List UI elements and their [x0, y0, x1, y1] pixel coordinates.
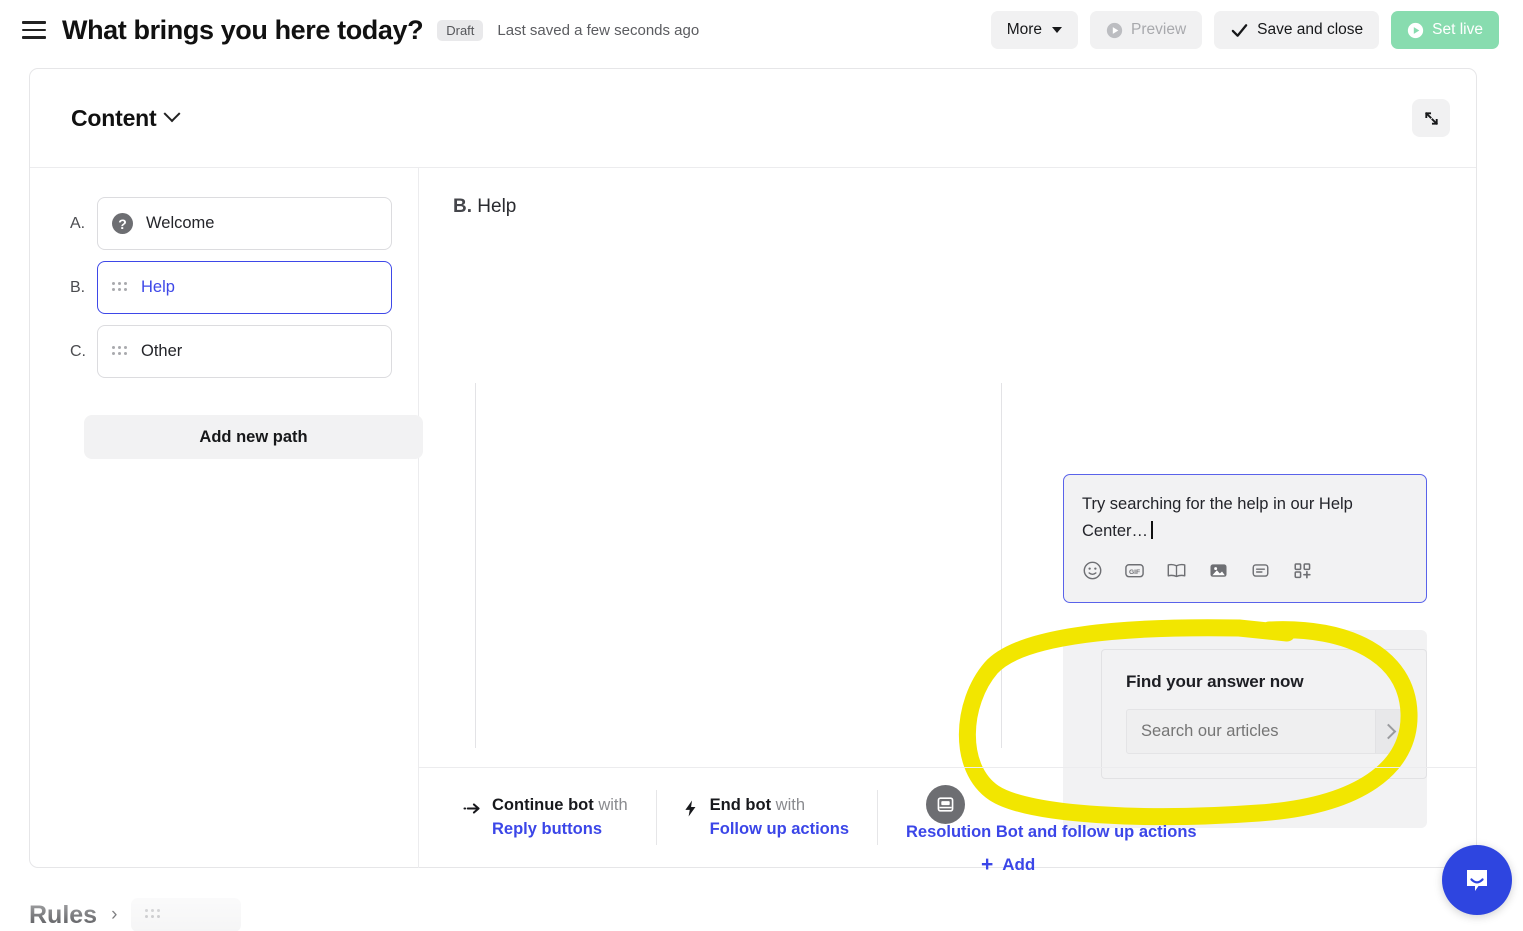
- preview-button-label: Preview: [1131, 21, 1187, 38]
- path-row: C. Other: [30, 325, 418, 378]
- play-circle-icon: [1408, 22, 1424, 38]
- path-label: Other: [141, 342, 183, 360]
- set-live-button[interactable]: Set live: [1391, 11, 1499, 49]
- end-bot-text: End bot with: [710, 796, 849, 815]
- save-and-close-button[interactable]: Save and close: [1214, 11, 1380, 49]
- preview-button[interactable]: Preview: [1090, 11, 1203, 49]
- content-card-header: Content: [30, 69, 1476, 168]
- drag-handle-icon[interactable]: [112, 281, 128, 294]
- text-caret: [1151, 521, 1153, 539]
- content-title: Content: [71, 104, 157, 131]
- check-icon: [1231, 23, 1248, 37]
- intercom-messenger-icon: [1467, 870, 1487, 891]
- continue-bot-prefix: Continue bot: [492, 796, 594, 814]
- continue-bot-text: Continue bot with: [492, 796, 628, 815]
- drag-handle-icon[interactable]: [145, 909, 161, 921]
- rules-pill[interactable]: [131, 898, 242, 931]
- top-bar: What brings you here today? Draft Last s…: [0, 0, 1523, 60]
- hamburger-icon[interactable]: [22, 18, 46, 42]
- image-icon[interactable]: [1208, 560, 1229, 581]
- last-saved-text: Last saved a few seconds ago: [497, 21, 700, 39]
- editor-heading-letter: B.: [453, 196, 472, 217]
- continue-bot-lines: Continue bot with Reply buttons: [492, 796, 628, 839]
- path-letter: B.: [70, 278, 86, 296]
- path-label: Welcome: [146, 214, 215, 232]
- rules-section-peek[interactable]: Rules ›: [29, 898, 242, 931]
- end-bot-suffix: with: [775, 796, 806, 814]
- apps-plus-icon[interactable]: [1292, 560, 1313, 581]
- path-row: A. ? Welcome: [30, 197, 418, 250]
- svg-text:GIF: GIF: [1129, 569, 1140, 576]
- chevron-down-icon: [163, 105, 181, 123]
- article-search-submit-button[interactable]: [1375, 710, 1401, 753]
- path-letter: A.: [70, 214, 86, 232]
- rules-title: Rules: [29, 900, 98, 929]
- chevron-right-icon: ›: [111, 904, 118, 925]
- content-card-body: A. ? Welcome B. Help C. Other Add new pa…: [30, 168, 1476, 875]
- flow-rails: [475, 383, 1002, 748]
- more-button[interactable]: More: [990, 11, 1079, 49]
- question-circle-icon: ?: [112, 213, 133, 234]
- save-and-close-label: Save and close: [1257, 21, 1364, 38]
- drag-handle-icon[interactable]: [112, 345, 128, 358]
- arrow-right-icon: [463, 803, 480, 814]
- gif-icon[interactable]: GIF: [1124, 560, 1145, 581]
- top-bar-actions: More Preview Save and close Set live: [990, 11, 1499, 49]
- editor-heading-label: Help: [477, 196, 517, 217]
- chevron-down-icon: [1052, 27, 1063, 33]
- editor-heading: B. Help: [419, 168, 1476, 218]
- end-bot-lines: End bot with Follow up actions: [710, 796, 849, 839]
- lightning-icon: [685, 800, 696, 817]
- reply-buttons-link[interactable]: Reply buttons: [492, 820, 628, 839]
- path-item-other[interactable]: Other: [97, 325, 392, 378]
- expand-diagonal-icon: [1424, 111, 1438, 125]
- composer-text-area[interactable]: Try searching for the help in our Help C…: [1082, 491, 1408, 545]
- end-bot-group: End bot with Follow up actions: [657, 796, 877, 839]
- messenger-launcher-button[interactable]: [1442, 845, 1512, 915]
- chevron-right-icon: [1380, 723, 1397, 740]
- path-letter: C.: [70, 342, 86, 360]
- article-search-input[interactable]: [1127, 710, 1375, 753]
- path-editor: B. Help Try searching for the help in ou…: [419, 168, 1476, 875]
- content-card: Content A. ? Welcome B. Help C. Other Ad…: [29, 68, 1477, 875]
- status-badge: Draft: [437, 19, 484, 41]
- emoji-icon[interactable]: [1082, 560, 1103, 581]
- page-title: What brings you here today?: [62, 14, 424, 45]
- path-item-help[interactable]: Help: [97, 261, 392, 314]
- resolution-bot-link[interactable]: Resolution Bot and follow up actions: [878, 823, 1197, 842]
- follow-up-actions-link[interactable]: Follow up actions: [710, 820, 849, 839]
- composer-toolbar: GIF: [1082, 560, 1408, 581]
- paths-list: A. ? Welcome B. Help C. Other Add new pa…: [30, 168, 423, 868]
- add-new-path-button[interactable]: Add new path: [84, 415, 423, 459]
- continue-bot-suffix: with: [598, 796, 628, 814]
- path-item-welcome[interactable]: ? Welcome: [97, 197, 392, 250]
- expand-button[interactable]: [1412, 99, 1450, 137]
- end-bot-prefix: End bot: [709, 796, 772, 814]
- article-book-icon[interactable]: [1166, 560, 1187, 581]
- continue-bot-group: Continue bot with Reply buttons: [463, 796, 656, 839]
- set-live-label: Set live: [1432, 21, 1483, 38]
- composer-message: Try searching for the help in our Help C…: [1082, 495, 1353, 540]
- card-icon[interactable]: [1250, 560, 1271, 581]
- bot-behaviour-footer: Continue bot with Reply buttons End bot …: [419, 767, 1476, 867]
- article-search-card[interactable]: Find your answer now: [1101, 649, 1427, 779]
- content-title-toggle[interactable]: Content: [71, 104, 181, 132]
- message-composer[interactable]: Try searching for the help in our Help C…: [1063, 474, 1427, 603]
- article-search-field[interactable]: [1126, 709, 1402, 754]
- path-label: Help: [141, 278, 175, 296]
- article-search-title: Find your answer now: [1126, 672, 1304, 691]
- more-button-label: More: [1006, 21, 1043, 38]
- path-row: B. Help: [30, 261, 418, 314]
- play-circle-icon: [1106, 22, 1123, 38]
